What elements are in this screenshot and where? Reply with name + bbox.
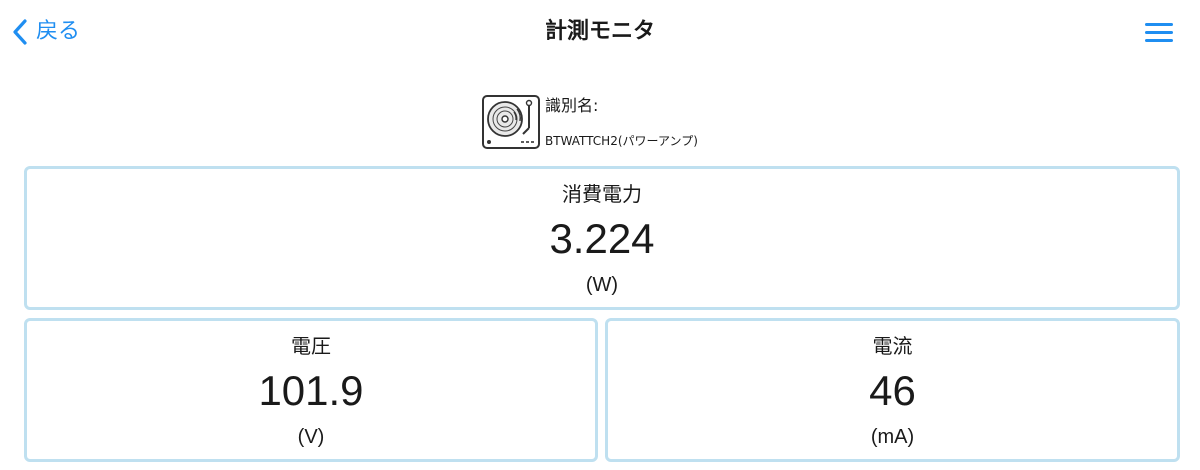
power-label: 消費電力 [562, 182, 642, 206]
device-text: 識別名: BTWATTCH2(パワーアンプ) [545, 94, 698, 148]
current-label: 電流 [872, 334, 913, 358]
back-button[interactable]: 戻る [12, 14, 80, 50]
back-label: 戻る [36, 19, 81, 44]
device-name: BTWATTCH2(パワーアンプ) [545, 134, 698, 148]
page-title: 計測モニタ [544, 19, 655, 44]
device-info: 識別名: BTWATTCH2(パワーアンプ) [481, 94, 698, 154]
turntable-icon [481, 94, 541, 150]
device-label: 識別名: [545, 96, 599, 115]
hamburger-menu-icon [1144, 20, 1174, 44]
voltage-unit: (V) [297, 426, 325, 448]
power-unit: (W) [585, 274, 619, 296]
current-unit: (mA) [870, 426, 915, 448]
navigation-bar: 戻る 計測モニタ [0, 0, 1200, 64]
power-card: 消費電力 3.224 (W) [24, 166, 1180, 310]
voltage-card: 電圧 101.9 (V) [24, 318, 598, 462]
voltage-label: 電圧 [291, 334, 331, 358]
voltage-value: 101.9 [258, 367, 364, 414]
menu-button[interactable] [1144, 20, 1174, 44]
current-value: 46 [869, 367, 916, 414]
current-card: 電流 46 (mA) [605, 318, 1180, 462]
chevron-left-icon [12, 19, 28, 45]
power-value: 3.224 [549, 215, 655, 262]
